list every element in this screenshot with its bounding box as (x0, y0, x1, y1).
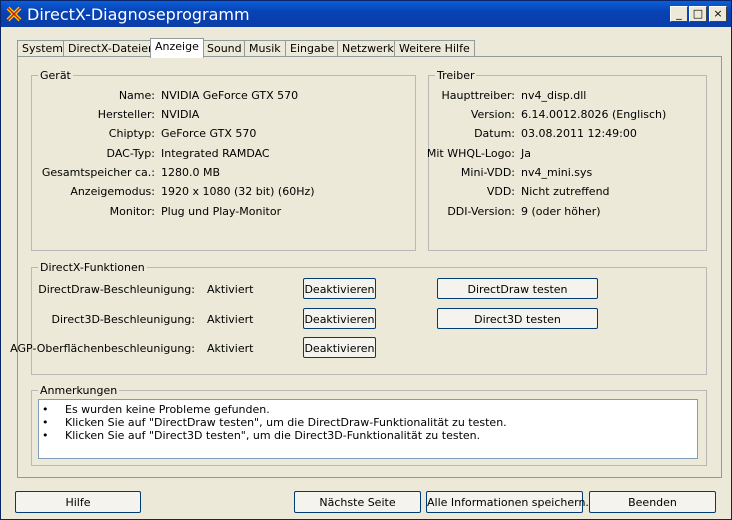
disable-directdraw-button[interactable]: Deaktivieren (303, 278, 376, 299)
minimize-button[interactable]: _ (670, 6, 688, 22)
feature-row-agp: AGP-Oberflächenbeschleunigung: (10, 342, 195, 355)
directx-logo-icon (6, 6, 22, 22)
note-item: Klicken Sie auf "Direct3D testen", um di… (65, 429, 481, 442)
notes-group-title: Anmerkungen (38, 384, 120, 397)
note-bullet: • (42, 416, 49, 429)
dxdiag-window: DirectX-Diagnoseprogramm _ □ × System Di… (0, 0, 732, 520)
features-group-title: DirectX-Funktionen (38, 261, 147, 274)
note-item: Es wurden keine Probleme gefunden. (65, 403, 270, 416)
tab-network[interactable]: Netzwerk (337, 40, 399, 57)
test-direct3d-button[interactable]: Direct3D testen (437, 308, 598, 329)
tab-display[interactable]: Anzeige (150, 38, 204, 58)
window-title: DirectX-Diagnoseprogramm (27, 5, 250, 24)
agp-status: Aktiviert (207, 342, 254, 355)
tab-input[interactable]: Eingabe (285, 40, 340, 57)
tab-sound[interactable]: Sound (202, 40, 247, 57)
title-bar[interactable]: DirectX-Diagnoseprogramm _ □ × (1, 1, 731, 27)
notes-box[interactable]: • Es wurden keine Probleme gefunden. • K… (38, 399, 698, 459)
note-item: Klicken Sie auf "DirectDraw testen", um … (65, 416, 507, 429)
maximize-button[interactable]: □ (689, 6, 707, 22)
tab-music[interactable]: Musik (244, 40, 286, 57)
save-all-info-button[interactable]: Alle Informationen speichern... (426, 491, 596, 513)
device-group-title: Gerät (38, 69, 73, 82)
disable-direct3d-button[interactable]: Deaktivieren (303, 308, 376, 329)
tab-more-help[interactable]: Weitere Hilfe (394, 40, 475, 57)
feature-row-directdraw: DirectDraw-Beschleunigung: (38, 283, 195, 296)
exit-button[interactable]: Beenden (589, 491, 716, 513)
help-button[interactable]: Hilfe (15, 491, 141, 513)
disable-agp-button[interactable]: Deaktivieren (303, 337, 376, 358)
driver-group-title: Treiber (435, 69, 477, 82)
note-bullet: • (42, 429, 49, 442)
note-bullet: • (42, 403, 49, 416)
test-directdraw-button[interactable]: DirectDraw testen (437, 278, 598, 299)
direct3d-status: Aktiviert (207, 313, 254, 326)
close-button[interactable]: × (709, 6, 727, 22)
feature-row-direct3d: Direct3D-Beschleunigung: (51, 313, 195, 326)
next-page-button[interactable]: Nächste Seite (294, 491, 421, 513)
tab-directx-files[interactable]: DirectX-Dateien (63, 40, 160, 57)
directdraw-status: Aktiviert (207, 283, 254, 296)
tab-system[interactable]: System (17, 40, 69, 57)
